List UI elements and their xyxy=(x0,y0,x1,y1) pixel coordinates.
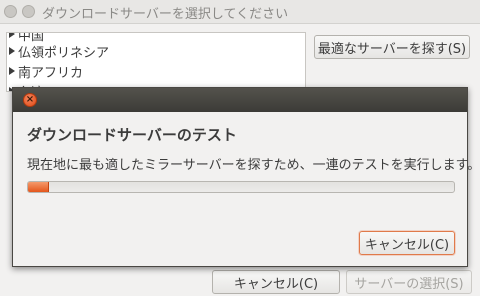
progress-bar xyxy=(27,181,455,193)
parent-close-icon[interactable] xyxy=(4,5,17,18)
tree-row-label: 南アフリカ xyxy=(18,65,84,81)
tree-list-edge xyxy=(0,92,12,270)
dialog-description: 現在地に最も適したミラーサーバーを探すため、一連のテストを実行します。 xyxy=(27,158,480,173)
expand-arrow-icon[interactable] xyxy=(9,47,15,55)
expand-arrow-icon[interactable] xyxy=(9,67,15,75)
tree-row-label: 仏領ポリネシア xyxy=(18,45,110,61)
country-tree-list[interactable]: 中国 仏領ポリネシア 南アフリカ 台湾 xyxy=(6,32,306,92)
close-icon[interactable]: × xyxy=(23,93,37,107)
parent-titlebar: ダウンロードサーバーを選択してください xyxy=(0,0,480,24)
parent-window-title: ダウンロードサーバーを選択してください xyxy=(42,7,289,22)
find-best-server-button[interactable]: 最適なサーバーを探す(S) xyxy=(314,35,470,59)
dialog-heading: ダウンロードサーバーのテスト xyxy=(27,126,237,144)
choose-server-button[interactable]: サーバーの選択(S) xyxy=(346,270,472,294)
dialog-cancel-button[interactable]: キャンセル(C) xyxy=(359,231,455,255)
dialog-titlebar: × xyxy=(13,88,467,112)
progress-fill xyxy=(28,182,50,192)
server-test-dialog: × ダウンロードサーバーのテスト 現在地に最も適したミラーサーバーを探すため、一… xyxy=(12,87,480,267)
tree-row[interactable]: 南アフリカ xyxy=(9,61,83,81)
parent-minimize-icon[interactable] xyxy=(22,5,35,18)
tree-row[interactable]: 仏領ポリネシア xyxy=(9,41,109,61)
cancel-button[interactable]: キャンセル(C) xyxy=(212,270,340,294)
expand-arrow-icon[interactable] xyxy=(9,33,15,38)
